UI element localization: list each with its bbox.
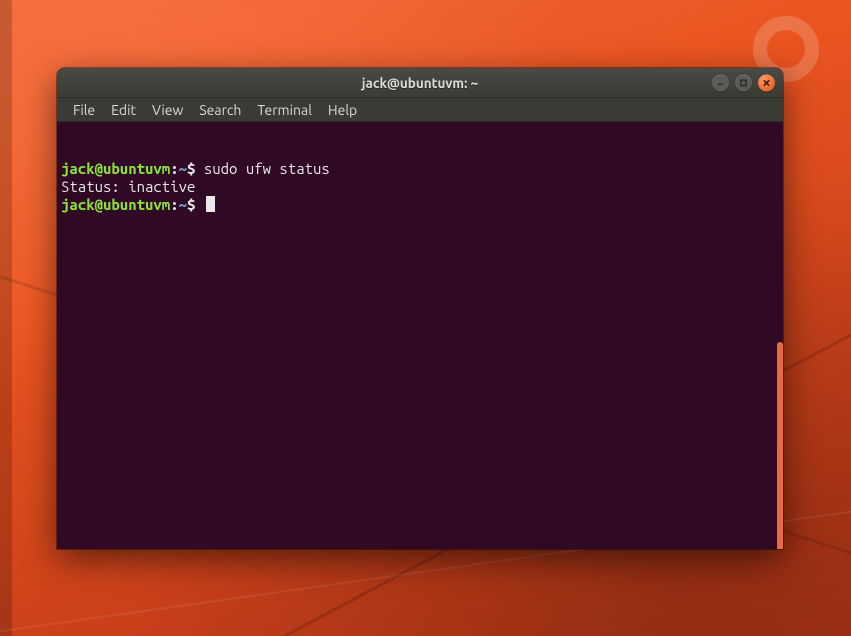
minimize-icon xyxy=(716,78,725,87)
prompt-sep: : xyxy=(170,196,178,213)
terminal-prompt-line: jack@ubuntuvm:~$ sudo ufw status xyxy=(61,160,779,178)
menubar: File Edit View Search Terminal Help xyxy=(57,98,783,122)
prompt-sep: : xyxy=(170,160,178,177)
menu-edit[interactable]: Edit xyxy=(103,100,144,120)
maximize-button[interactable] xyxy=(735,74,752,91)
menu-terminal[interactable]: Terminal xyxy=(249,100,320,120)
menu-help[interactable]: Help xyxy=(320,100,365,120)
prompt-symbol: $ xyxy=(187,160,204,177)
prompt-command: sudo ufw status xyxy=(204,160,330,177)
window-controls xyxy=(712,74,775,91)
terminal-window: jack@ubuntuvm: ~ File Edit View Search T… xyxy=(57,68,783,549)
menu-view[interactable]: View xyxy=(144,100,191,120)
prompt-path: ~ xyxy=(179,196,187,213)
terminal-cursor xyxy=(206,196,215,212)
prompt-symbol: $ xyxy=(187,196,204,213)
terminal-scrollbar[interactable] xyxy=(777,342,783,549)
prompt-user: jack@ubuntuvm xyxy=(61,196,170,213)
output-text: Status: inactive xyxy=(61,178,195,195)
terminal-body[interactable]: jack@ubuntuvm:~$ sudo ufw statusStatus: … xyxy=(57,122,783,549)
close-button[interactable] xyxy=(758,74,775,91)
prompt-user: jack@ubuntuvm xyxy=(61,160,170,177)
terminal-output-line: Status: inactive xyxy=(61,178,779,196)
menu-search[interactable]: Search xyxy=(191,100,249,120)
window-titlebar[interactable]: jack@ubuntuvm: ~ xyxy=(57,68,783,98)
minimize-button[interactable] xyxy=(712,74,729,91)
close-icon xyxy=(762,78,771,87)
maximize-icon xyxy=(739,78,748,87)
menu-file[interactable]: File xyxy=(65,100,103,120)
window-title: jack@ubuntuvm: ~ xyxy=(362,75,478,91)
terminal-prompt-line: jack@ubuntuvm:~$ xyxy=(61,196,779,214)
prompt-path: ~ xyxy=(179,160,187,177)
